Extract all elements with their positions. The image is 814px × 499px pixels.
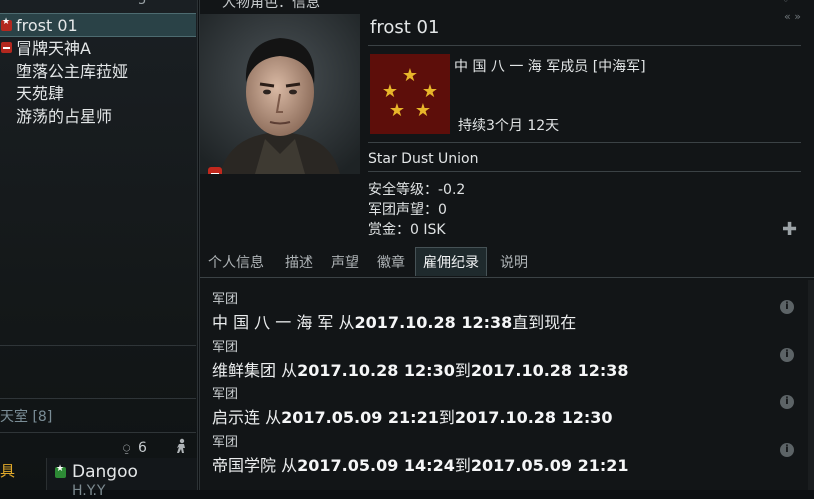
tab-description[interactable]: 描述 — [285, 252, 313, 272]
svg-text:★: ★ — [382, 81, 398, 102]
tab-notes[interactable]: 说明 — [500, 252, 528, 272]
character-info-window: 人物角色：信息 ◦ « » frost 01 ★ ★ ★ ★ ★ 中 国 八 一… — [199, 0, 814, 490]
scrollbar[interactable] — [808, 280, 814, 490]
entry-type-label: 军团 — [212, 340, 239, 355]
lock-icon: ⍜ — [123, 441, 131, 455]
list-item: 军团 帝国学院 从2017.05.09 14:24到2017.05.09 21:… — [212, 431, 802, 476]
member-name: 冒牌天神A — [16, 39, 91, 58]
star-badge-icon — [55, 464, 66, 478]
character-name: frost 01 — [370, 17, 440, 38]
star-badge-icon — [1, 17, 12, 31]
entry-text: 中 国 八 一 海 军 从2017.10.28 12:38直到现在 — [212, 313, 577, 332]
start-date: 2017.10.28 12:38 — [354, 313, 513, 332]
security-status: 安全等级：-0.2 — [368, 182, 466, 198]
list-item: 军团 启示连 从2017.05.09 21:21到2017.10.28 12:3… — [212, 383, 802, 428]
member-item-frost01[interactable]: frost 01 — [0, 13, 196, 37]
member-item[interactable]: 天苑肆 — [0, 81, 196, 103]
corporation-membership[interactable]: 中 国 八 一 海 军成员 [中海军] — [454, 56, 646, 76]
member-item[interactable]: 堕落公主库菈娅 — [0, 59, 196, 81]
channel-label[interactable]: 天室 [8] — [0, 406, 52, 426]
svg-text:★: ★ — [389, 100, 405, 121]
entry-type-label: 军团 — [212, 387, 239, 402]
end-date: 2017.10.28 12:30 — [454, 408, 613, 427]
channel-member-count: 6 — [138, 440, 147, 456]
member-item[interactable]: 冒牌天神A — [0, 36, 196, 58]
svg-text:★: ★ — [402, 65, 418, 86]
info-icon[interactable]: i — [780, 395, 794, 409]
tab-decorations[interactable]: 徽章 — [377, 252, 405, 272]
member-name[interactable]: H.Y.Y — [72, 483, 105, 499]
alliance-name[interactable]: Star Dust Union — [368, 151, 479, 167]
end-date: 2017.05.09 21:21 — [470, 456, 629, 475]
start-date: 2017.05.09 14:24 — [297, 456, 455, 475]
corp-name[interactable]: 维鲜集团 — [212, 361, 276, 380]
end-date: 2017.10.28 12:38 — [470, 361, 629, 380]
entry-type-label: 军团 — [212, 292, 239, 307]
entry-type-label: 军团 — [212, 435, 239, 450]
tab-personal-info[interactable]: 个人信息 — [208, 252, 264, 272]
member-name: frost 01 — [16, 15, 78, 35]
list-item: 军团 中 国 八 一 海 军 从2017.10.28 12:38直到现在 — [212, 288, 802, 333]
entry-text: 维鲜集团 从2017.10.28 12:30到2017.10.28 12:38 — [212, 361, 629, 380]
tab-standings[interactable]: 声望 — [331, 252, 359, 272]
membership-duration: 持续3个月 12天 — [458, 118, 560, 134]
collapse-icon[interactable]: « » — [784, 10, 801, 23]
minus-badge-icon — [208, 167, 222, 174]
info-icon[interactable]: i — [780, 443, 794, 457]
divider — [368, 142, 801, 143]
channel-header: 具 — [0, 462, 16, 480]
member-name: 堕落公主库菈娅 — [16, 62, 129, 81]
start-date: 2017.05.09 21:21 — [281, 408, 439, 427]
member-name: Dangoo — [72, 462, 138, 482]
member-name: 天苑肆 — [16, 84, 65, 103]
start-date: 2017.10.28 12:30 — [297, 361, 455, 380]
info-icon[interactable]: i — [780, 348, 794, 362]
corp-standing: 军团声望：0 — [368, 202, 447, 218]
corp-name[interactable]: 中 国 八 一 海 军 — [212, 313, 333, 332]
entry-text: 启示连 从2017.05.09 21:21到2017.10.28 12:30 — [212, 408, 613, 427]
member-name: 游荡的占星师 — [16, 107, 113, 126]
corp-name[interactable]: 帝国学院 — [212, 456, 276, 475]
member-item[interactable]: 游荡的占星师 — [0, 104, 196, 126]
entry-text: 帝国学院 从2017.05.09 14:24到2017.05.09 21:21 — [212, 456, 629, 475]
corporation-logo[interactable]: ★ ★ ★ ★ ★ — [370, 54, 450, 134]
member-list-panel: 5 frost 01 冒牌天神A 堕落公主库菈娅 天苑肆 游荡的占星师 天室 [… — [0, 0, 198, 499]
divider — [368, 45, 801, 46]
plus-icon[interactable]: ✚ — [782, 219, 797, 240]
info-icon[interactable]: i — [780, 300, 794, 314]
list-item: 军团 维鲜集团 从2017.10.28 12:30到2017.10.28 12:… — [212, 336, 802, 381]
person-icon[interactable] — [174, 438, 188, 454]
svg-text:★: ★ — [415, 100, 431, 121]
window-control-icon[interactable]: ◦ — [783, 0, 790, 7]
member-count: 5 — [138, 0, 147, 8]
bounty: 赏金：0 ISK — [368, 222, 446, 238]
divider — [0, 432, 196, 433]
svg-text:★: ★ — [422, 81, 438, 102]
divider — [368, 171, 801, 172]
divider — [0, 398, 196, 399]
minus-badge-icon — [1, 41, 12, 53]
member-item-dangoo[interactable]: Dangoo — [55, 462, 138, 482]
divider — [0, 345, 196, 346]
character-portrait — [200, 14, 360, 174]
employment-history-list: 军团 中 国 八 一 海 军 从2017.10.28 12:38直到现在 i 军… — [200, 280, 808, 490]
corp-name[interactable]: 启示连 — [212, 408, 260, 427]
window-title: 人物角色：信息 — [222, 0, 320, 11]
info-tabs: 个人信息 描述 声望 徽章 雇佣纪录 说明 — [200, 243, 814, 278]
tab-employment-history[interactable]: 雇佣纪录 — [415, 247, 487, 276]
